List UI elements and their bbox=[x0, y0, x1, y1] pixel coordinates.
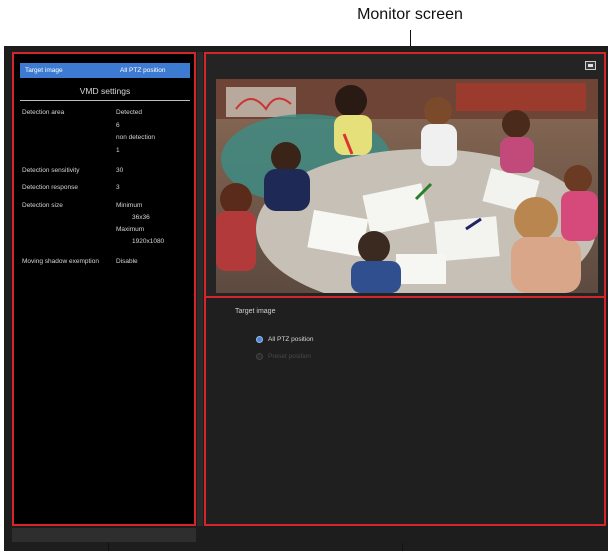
preset-position-radio[interactable] bbox=[256, 353, 263, 360]
target-image-label: Target image bbox=[25, 67, 63, 74]
camera-image bbox=[216, 79, 598, 293]
section-divider bbox=[20, 100, 190, 101]
all-ptz-position-radio[interactable] bbox=[256, 336, 263, 343]
detection-area-value: 6 bbox=[116, 122, 120, 129]
monitor-panel: Target image All PTZ position Preset pos… bbox=[204, 52, 606, 526]
moving-shadow-label: Moving shadow exemption bbox=[22, 258, 99, 265]
moving-shadow-value: Disable bbox=[116, 258, 138, 265]
preset-position-label: Preset position bbox=[268, 353, 311, 360]
callout-line bbox=[410, 30, 411, 46]
callout-tick-right bbox=[402, 543, 403, 551]
target-image-value: All PTZ position bbox=[120, 67, 166, 74]
detection-size-value: Minimum bbox=[116, 202, 143, 209]
target-image-row[interactable]: Target image All PTZ position bbox=[20, 63, 190, 78]
monitor-screen bbox=[206, 54, 604, 298]
detection-area-value: non detection bbox=[116, 134, 156, 141]
detection-size-value: Maximum bbox=[116, 226, 145, 233]
detection-area-value: Detected bbox=[116, 109, 143, 116]
detection-size-label: Detection size bbox=[22, 202, 63, 209]
monitor-screen-callout: Monitor screen bbox=[357, 6, 463, 23]
detection-size-value: 1920x1080 bbox=[132, 238, 165, 245]
target-image-heading: Target image bbox=[235, 308, 276, 315]
detection-response-label: Detection response bbox=[22, 184, 79, 191]
panel-splitter[interactable] bbox=[197, 52, 203, 526]
callout-tick-left bbox=[108, 543, 109, 551]
detection-response-value: 3 bbox=[116, 184, 120, 191]
all-ptz-position-label: All PTZ position bbox=[268, 336, 314, 343]
detection-size-value: 36x36 bbox=[132, 214, 150, 221]
detection-area-label: Detection area bbox=[22, 109, 65, 116]
fullscreen-icon[interactable] bbox=[585, 61, 596, 70]
vmd-settings-title: VMD settings bbox=[79, 86, 131, 96]
detection-sensitivity-label: Detection sensitivity bbox=[22, 167, 80, 174]
detection-sensitivity-value: 30 bbox=[116, 167, 124, 174]
detection-area-value: 1 bbox=[116, 147, 120, 154]
panel-footer bbox=[12, 528, 196, 542]
settings-panel: Target image All PTZ position VMD settin… bbox=[12, 52, 196, 526]
